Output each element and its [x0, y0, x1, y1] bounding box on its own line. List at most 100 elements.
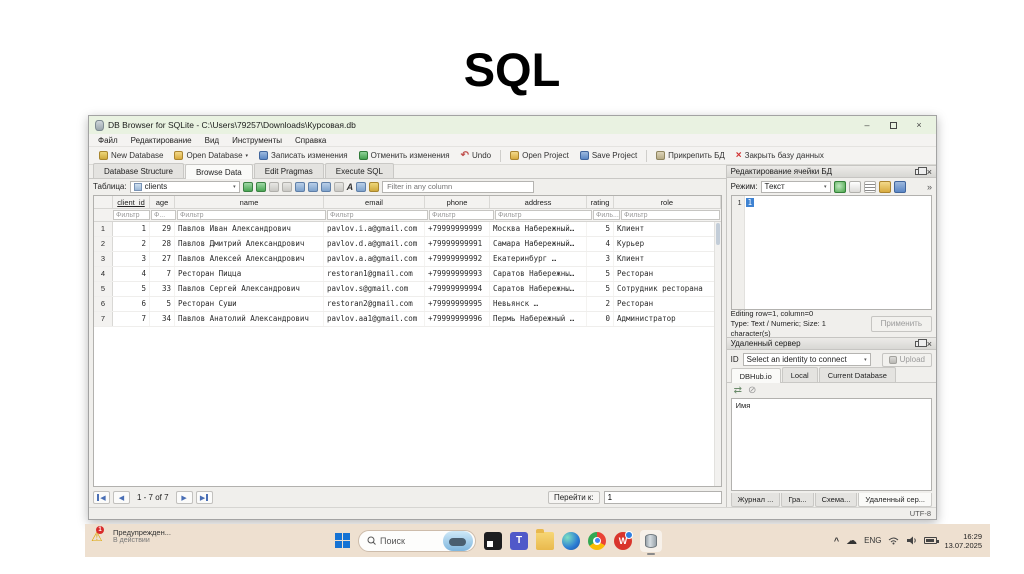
row-number[interactable]: 6	[94, 297, 113, 311]
column-header-email[interactable]: email	[324, 196, 425, 208]
cell-phone[interactable]: +79999999992	[425, 252, 490, 266]
undo-button[interactable]: ↶ Undo	[456, 149, 497, 162]
cell-client_id[interactable]: 3	[113, 252, 150, 266]
cell-name[interactable]: Павлов Иван Александрович	[175, 222, 324, 236]
tab-0[interactable]: Database Structure	[93, 163, 184, 178]
cell-name[interactable]: Павлов Алексей Александрович	[175, 252, 324, 266]
battery-icon[interactable]	[924, 537, 940, 544]
table-row[interactable]: 1 1 29 Павлов Иван Александрович pavlov.i.a@…	[94, 222, 721, 237]
cell-phone[interactable]: +79999999999	[425, 222, 490, 236]
filter-input-email[interactable]: Фильтр	[327, 210, 428, 220]
save-project-button[interactable]: Save Project	[575, 149, 642, 162]
cell-phone[interactable]: +79999999995	[425, 297, 490, 311]
cell-client_id[interactable]: 6	[113, 297, 150, 311]
filter-input-address[interactable]: Фильтр	[495, 210, 592, 220]
file-explorer-icon[interactable]	[536, 528, 554, 550]
import-cell-button[interactable]	[833, 180, 846, 193]
goto-label[interactable]: Перейти к:	[547, 491, 600, 504]
cell-email[interactable]: restoran2@gmail.com	[324, 297, 425, 311]
tab-2[interactable]: Edit Pragmas	[253, 163, 324, 178]
column-header-phone[interactable]: phone	[425, 196, 490, 208]
cell-address[interactable]: Невьянск …	[490, 297, 587, 311]
row-number[interactable]: 4	[94, 267, 113, 281]
cell-address[interactable]: Екатеринбург …	[490, 252, 587, 266]
cell-email[interactable]: pavlov.aa1@gmail.com	[324, 312, 425, 326]
filter-input-name[interactable]: Фильтр	[177, 210, 326, 220]
row-number[interactable]: 2	[94, 237, 113, 251]
cell-client_id[interactable]: 2	[113, 237, 150, 251]
onedrive-icon[interactable]: ☁	[846, 534, 857, 547]
cell-rating[interactable]: 0	[587, 312, 614, 326]
overflow-icon[interactable]: »	[927, 182, 932, 192]
export-cell-button[interactable]	[848, 180, 861, 193]
cell-value-editor[interactable]: 1 1	[730, 195, 932, 310]
row-number[interactable]: 3	[94, 252, 113, 266]
teams-app-icon[interactable]: T	[510, 531, 528, 550]
remote-tab-1[interactable]: Local	[781, 367, 818, 382]
remote-file-list[interactable]: Имя	[730, 398, 932, 491]
notification-area[interactable]: ⚠ 1 Предупрежден... В действии	[91, 526, 171, 546]
weather-widget-icon[interactable]	[443, 530, 473, 551]
cell-role[interactable]: Клиент	[614, 252, 721, 266]
mode-selector[interactable]: Текст ▾	[760, 180, 831, 193]
cell-name[interactable]: Ресторан Пицца	[175, 267, 324, 281]
remote-tab-2[interactable]: Current Database	[818, 367, 896, 382]
cell-age[interactable]: 33	[150, 282, 175, 296]
float-panel-icon[interactable]	[914, 166, 927, 175]
row-number[interactable]: 7	[94, 312, 113, 326]
close-button[interactable]: ×	[908, 118, 930, 132]
row-number[interactable]: 1	[94, 222, 113, 236]
cell-email[interactable]: pavlov.d.a@gmail.com	[324, 237, 425, 251]
duplicate-button[interactable]	[333, 181, 344, 192]
table-row[interactable]: 7 7 34 Павлов Анатолий Александрович pavlov.…	[94, 312, 721, 327]
cell-name[interactable]: Павлов Дмитрий Александрович	[175, 237, 324, 251]
refresh-button[interactable]	[255, 181, 266, 192]
revert-changes-button[interactable]: Отменить изменения	[354, 149, 455, 162]
tab-3[interactable]: Execute SQL	[324, 163, 394, 178]
apply-button[interactable]: Применить	[870, 315, 932, 332]
cell-email[interactable]: pavlov.i.a@gmail.com	[324, 222, 425, 236]
refresh-icon[interactable]: ⇄	[734, 385, 742, 396]
word-wrap-button[interactable]	[863, 180, 876, 193]
menu-item-3[interactable]: Инструменты	[232, 136, 282, 145]
cell-client_id[interactable]: 7	[113, 312, 150, 326]
chrome-browser-icon[interactable]	[588, 531, 606, 550]
database-filter-button[interactable]	[369, 181, 380, 192]
cell-rating[interactable]: 4	[587, 237, 614, 251]
open-project-button[interactable]: Open Project	[505, 149, 574, 162]
warning-icon[interactable]: ⚠ 1	[91, 526, 108, 546]
menu-item-2[interactable]: Вид	[205, 136, 219, 145]
cell-age[interactable]: 34	[150, 312, 175, 326]
new-record-button[interactable]	[294, 181, 305, 192]
volume-icon[interactable]	[906, 536, 917, 545]
start-button[interactable]	[335, 533, 350, 548]
filter-input-client_id[interactable]: Фильтр	[113, 210, 150, 220]
remote-tab-0[interactable]: DBHub.io	[730, 368, 781, 383]
insert-button[interactable]	[320, 181, 331, 192]
close-panel-icon[interactable]: ×	[927, 339, 932, 348]
cell-phone[interactable]: +79999999993	[425, 267, 490, 281]
upload-button[interactable]: Upload	[881, 352, 932, 367]
language-indicator[interactable]: ENG	[864, 536, 881, 545]
cell-name[interactable]: Павлов Сергей Александрович	[175, 282, 324, 296]
column-header-name[interactable]: name	[175, 196, 324, 208]
filter-any-column-input[interactable]	[382, 180, 535, 193]
encoding-indicator[interactable]: UTF-8	[910, 509, 931, 518]
cell-email[interactable]: pavlov.a.a@gmail.com	[324, 252, 425, 266]
cell-address[interactable]: Самара Набережный…	[490, 237, 587, 251]
delete-record-button[interactable]	[307, 181, 318, 192]
cell-address[interactable]: Саратов Набережны…	[490, 282, 587, 296]
open-database-button[interactable]: Open Database ▾	[169, 149, 253, 162]
save-cell-button[interactable]	[893, 180, 906, 193]
attach-database-button[interactable]: Прикрепить БД	[651, 149, 730, 162]
cell-email[interactable]: restoran1@gmail.com	[324, 267, 425, 281]
title-bar[interactable]: DB Browser for SQLite - C:\Users\79257\D…	[89, 116, 936, 134]
cell-age[interactable]: 28	[150, 237, 175, 251]
first-record-button[interactable]: ◀	[93, 491, 110, 504]
image-button[interactable]	[356, 181, 367, 192]
close-database-button[interactable]: × Закрыть базу данных	[731, 149, 829, 162]
wifi-icon[interactable]	[888, 536, 899, 545]
filter-input-role[interactable]: Фильтр	[621, 210, 720, 220]
bottom-tab-3[interactable]: Удаленный сер...	[858, 493, 932, 507]
save-filter-button[interactable]	[281, 181, 292, 192]
